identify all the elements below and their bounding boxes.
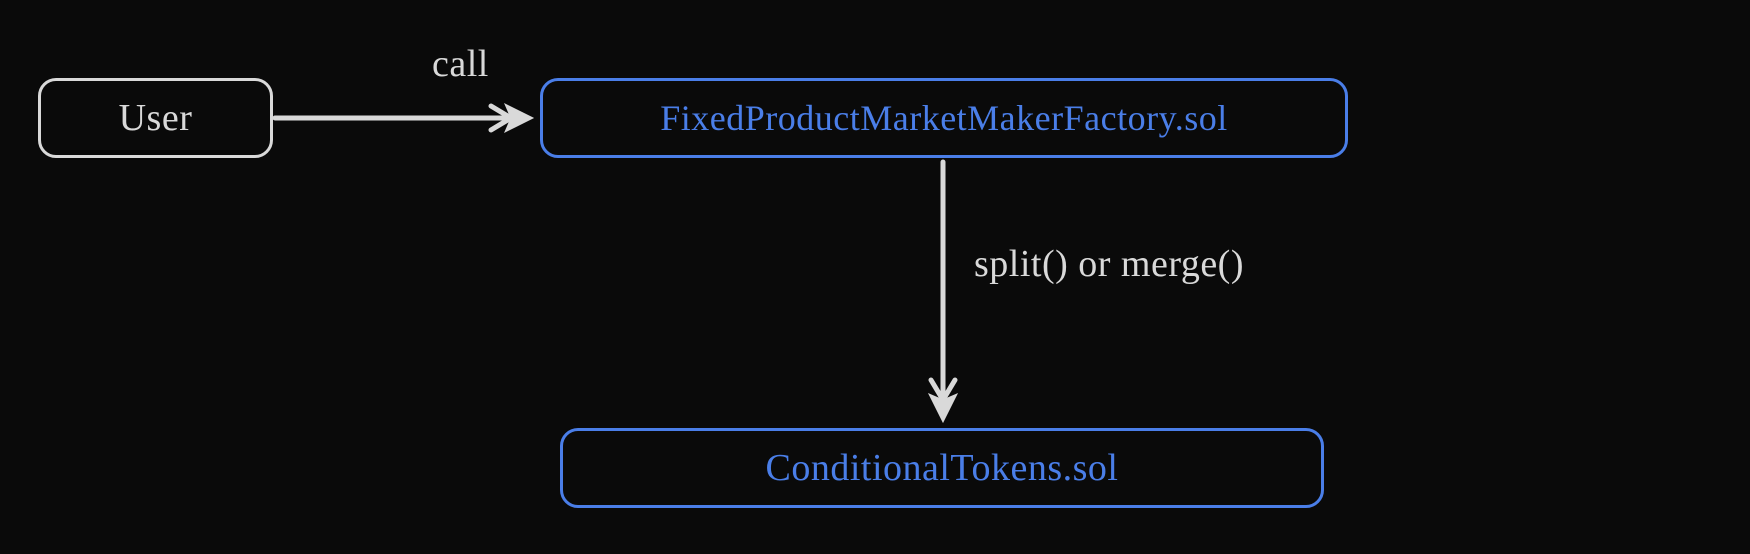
node-conditional: ConditionalTokens.sol (560, 428, 1324, 508)
edge-label-split-merge: split() or merge() (974, 242, 1244, 286)
arrow-split-merge-icon (918, 158, 968, 433)
node-factory: FixedProductMarketMakerFactory.sol (540, 78, 1348, 158)
node-conditional-label: ConditionalTokens.sol (765, 446, 1118, 490)
node-factory-label: FixedProductMarketMakerFactory.sol (660, 97, 1228, 139)
edge-label-call: call (432, 42, 489, 86)
arrow-call-icon (273, 98, 543, 138)
node-user-label: User (119, 96, 193, 140)
node-user: User (38, 78, 273, 158)
diagram-canvas: User FixedProductMarketMakerFactory.sol … (0, 0, 1750, 554)
